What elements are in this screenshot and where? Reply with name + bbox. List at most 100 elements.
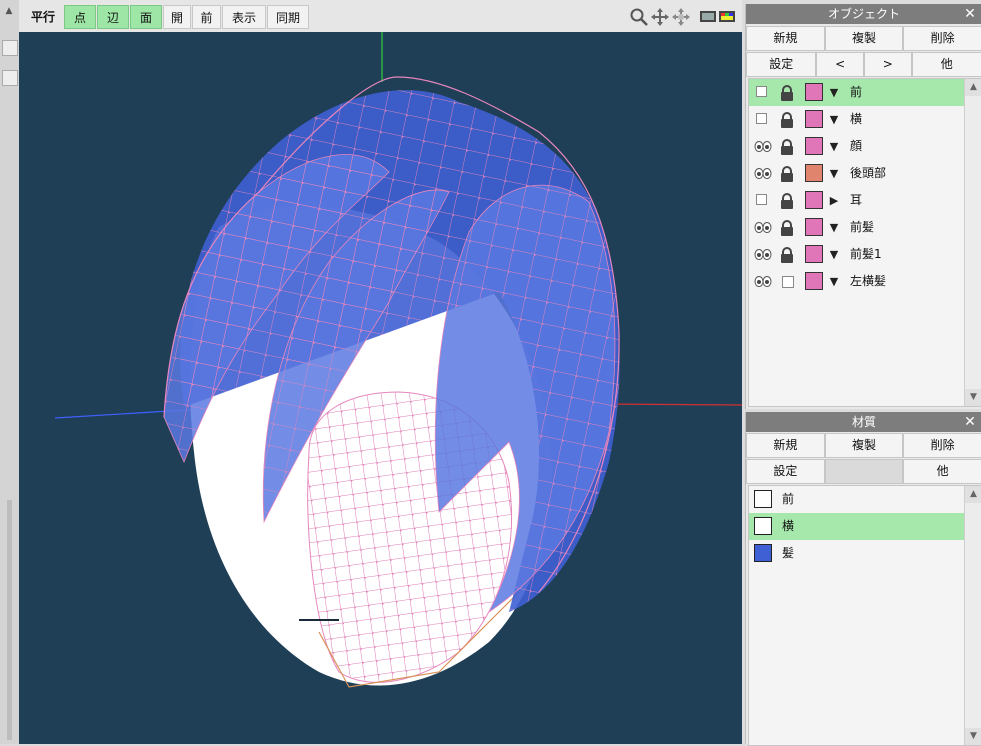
object-delete-button[interactable]: 削除 [903,26,981,51]
open-button[interactable]: 開 [163,5,191,29]
object-color-swatch[interactable] [805,137,823,155]
material-duplicate-button[interactable]: 複製 [824,433,904,458]
material-other-button[interactable]: 他 [903,459,981,484]
zoom-icon[interactable] [629,7,649,27]
expanded-triangle-icon[interactable]: ▼ [828,106,840,133]
mode-edge-button[interactable]: 辺 [97,5,129,29]
material-panel-title-text: 材質 [851,415,876,429]
left-strip: ▲ [0,0,20,744]
projection-label[interactable]: 平行 [23,5,63,29]
visibility-checkbox[interactable] [756,113,767,124]
expanded-triangle-icon[interactable]: ▼ [828,268,840,295]
lock-icon[interactable] [780,220,794,236]
object-color-swatch[interactable] [805,164,823,182]
object-list-item[interactable]: ▼ 横 [749,106,964,133]
side-toggle-2[interactable] [2,70,18,86]
object-prev-button[interactable]: < [816,52,864,77]
lock-icon[interactable] [780,193,794,209]
visible-eye-icon[interactable] [754,249,772,260]
3d-viewport[interactable] [19,32,742,744]
lock-icon[interactable] [780,247,794,263]
object-list-item[interactable]: ▼ 前 [749,79,964,106]
lock-icon[interactable] [780,166,794,182]
object-list-item[interactable]: ▼ 顔 [749,133,964,160]
object-panel-title: オブジェクト ✕ [746,4,981,24]
visible-eye-icon[interactable] [754,276,772,287]
object-list[interactable]: ▼ 前 ▼ 横 ▼ 顔 ▼ 後頭部 ▶ 耳 ▼ 前髪 ▼ 前髪1 ▼ 左横髪 ▲ ▼ [748,78,981,407]
scroll-down-icon[interactable]: ▼ [965,389,981,406]
expanded-triangle-icon[interactable]: ▼ [828,214,840,241]
visible-eye-icon[interactable] [754,141,772,152]
lock-icon[interactable] [780,112,794,128]
object-list-scrollbar[interactable]: ▲ ▼ [964,79,981,406]
side-toggle-1[interactable] [2,40,18,56]
object-name: 前 [850,85,863,99]
object-panel-close-icon[interactable]: ✕ [962,4,978,24]
scroll-up-icon[interactable]: ▲ [965,79,981,96]
material-list[interactable]: 前横髪 ▲ ▼ [748,485,981,746]
axis-x [598,403,742,406]
object-next-button[interactable]: > [864,52,912,77]
display-button[interactable]: 表示 [222,5,266,29]
lock-checkbox[interactable] [782,276,794,288]
front-view-button[interactable]: 前 [192,5,221,29]
display-settings-icon[interactable] [699,7,737,27]
material-color-swatch[interactable] [754,544,772,562]
scroll-up-icon[interactable]: ▲ [965,486,981,503]
object-color-swatch[interactable] [805,191,823,209]
visibility-checkbox[interactable] [756,194,767,205]
object-other-button[interactable]: 他 [911,52,981,77]
mode-face-button[interactable]: 面 [130,5,162,29]
object-list-item[interactable]: ▼ 前髪1 [749,241,964,268]
collapsed-triangle-icon[interactable]: ▶ [828,187,840,214]
expanded-triangle-icon[interactable]: ▼ [828,79,840,106]
object-duplicate-button[interactable]: 複製 [824,26,904,51]
object-name: 前髪 [850,220,875,234]
material-color-swatch[interactable] [754,490,772,508]
object-color-swatch[interactable] [805,218,823,236]
material-delete-button[interactable]: 削除 [903,433,981,458]
object-name: 後頭部 [850,166,887,180]
material-new-button[interactable]: 新規 [746,433,825,458]
object-list-item[interactable]: ▼ 後頭部 [749,160,964,187]
lock-icon[interactable] [780,85,794,101]
sync-button[interactable]: 同期 [267,5,309,29]
collapse-arrow-icon[interactable]: ▲ [4,6,14,16]
side-scrollbar[interactable] [7,500,12,740]
object-list-item[interactable]: ▼ 前髪 [749,214,964,241]
object-name: 前髪1 [850,247,882,261]
lock-icon[interactable] [780,139,794,155]
object-name: 横 [850,112,863,126]
object-color-swatch[interactable] [805,272,823,290]
rotate-icon[interactable] [671,7,691,27]
model-render [54,32,742,688]
move-icon[interactable] [650,7,670,27]
material-name: 髪 [782,546,795,560]
material-list-scrollbar[interactable]: ▲ ▼ [964,486,981,745]
expanded-triangle-icon[interactable]: ▼ [828,160,840,187]
material-list-item[interactable]: 髪 [749,540,964,567]
visible-eye-icon[interactable] [754,168,772,179]
material-color-swatch[interactable] [754,517,772,535]
object-new-button[interactable]: 新規 [746,26,825,51]
object-color-swatch[interactable] [805,245,823,263]
material-empty-slot [824,459,904,484]
material-name: 横 [782,519,795,533]
material-name: 前 [782,492,795,506]
expanded-triangle-icon[interactable]: ▼ [828,133,840,160]
scroll-down-icon[interactable]: ▼ [965,728,981,745]
visibility-checkbox[interactable] [756,86,767,97]
object-color-swatch[interactable] [805,110,823,128]
material-list-item[interactable]: 前 [749,486,964,513]
object-list-item[interactable]: ▼ 左横髪 [749,268,964,295]
material-panel-title: 材質 ✕ [746,412,981,432]
object-list-item[interactable]: ▶ 耳 [749,187,964,214]
expanded-triangle-icon[interactable]: ▼ [828,241,840,268]
mode-point-button[interactable]: 点 [64,5,96,29]
visible-eye-icon[interactable] [754,222,772,233]
material-panel-close-icon[interactable]: ✕ [962,412,978,432]
material-settings-button[interactable]: 設定 [746,459,825,484]
object-settings-button[interactable]: 設定 [746,52,817,77]
material-list-item[interactable]: 横 [749,513,964,540]
object-color-swatch[interactable] [805,83,823,101]
